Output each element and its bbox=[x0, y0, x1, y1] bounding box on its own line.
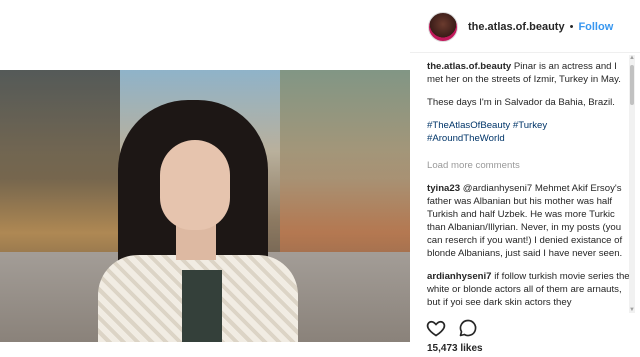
photo-area bbox=[0, 0, 410, 357]
load-more-comments[interactable]: Load more comments bbox=[427, 159, 633, 172]
photo-face bbox=[160, 140, 230, 230]
follow-button[interactable]: Follow bbox=[578, 21, 613, 33]
post-sidebar: the.atlas.of.beauty • Follow the.atlas.o… bbox=[410, 0, 640, 357]
hashtag-aroundtheworld[interactable]: #AroundTheWorld bbox=[427, 133, 505, 144]
post-actions bbox=[426, 318, 478, 338]
likes-count[interactable]: 15,473 likes bbox=[427, 343, 483, 354]
comments-scrollbar[interactable]: ▲ ▼ bbox=[629, 55, 635, 313]
header-username[interactable]: the.atlas.of.beauty bbox=[468, 21, 565, 33]
comment-icon[interactable] bbox=[458, 318, 478, 338]
avatar[interactable] bbox=[428, 12, 458, 42]
comments-list[interactable]: the.atlas.of.beauty Pinar is an actress … bbox=[427, 60, 633, 310]
comment: tyina23 @ardianhyseni7 Mehmet Akif Ersoy… bbox=[427, 182, 633, 260]
caption: the.atlas.of.beauty Pinar is an actress … bbox=[427, 60, 633, 86]
post-photo[interactable] bbox=[0, 70, 410, 342]
heart-icon[interactable] bbox=[426, 318, 446, 338]
comment: ardianhyseni7 if follow turkish movie se… bbox=[427, 270, 633, 309]
hashtag-atlas[interactable]: #TheAtlasOfBeauty bbox=[427, 120, 510, 131]
scroll-up-icon[interactable]: ▲ bbox=[629, 55, 635, 61]
post-header: the.atlas.of.beauty • Follow bbox=[428, 12, 613, 42]
header-divider bbox=[410, 52, 640, 53]
comment-text: @ardianhyseni7 Mehmet Akif Ersoy's fathe… bbox=[427, 183, 623, 259]
header-separator: • bbox=[569, 21, 574, 33]
caption-line-2: These days I'm in Salvador da Bahia, Bra… bbox=[427, 97, 615, 108]
comment-username[interactable]: tyina23 bbox=[427, 183, 460, 194]
scrollbar-thumb[interactable] bbox=[630, 65, 634, 105]
scroll-down-icon[interactable]: ▼ bbox=[629, 307, 635, 313]
caption-username[interactable]: the.atlas.of.beauty bbox=[427, 61, 511, 72]
comment-username[interactable]: ardianhyseni7 bbox=[427, 271, 492, 282]
photo-top bbox=[182, 270, 222, 342]
hashtag-turkey[interactable]: #Turkey bbox=[513, 120, 547, 131]
hashtags: #TheAtlasOfBeauty #Turkey #AroundTheWorl… bbox=[427, 119, 633, 145]
